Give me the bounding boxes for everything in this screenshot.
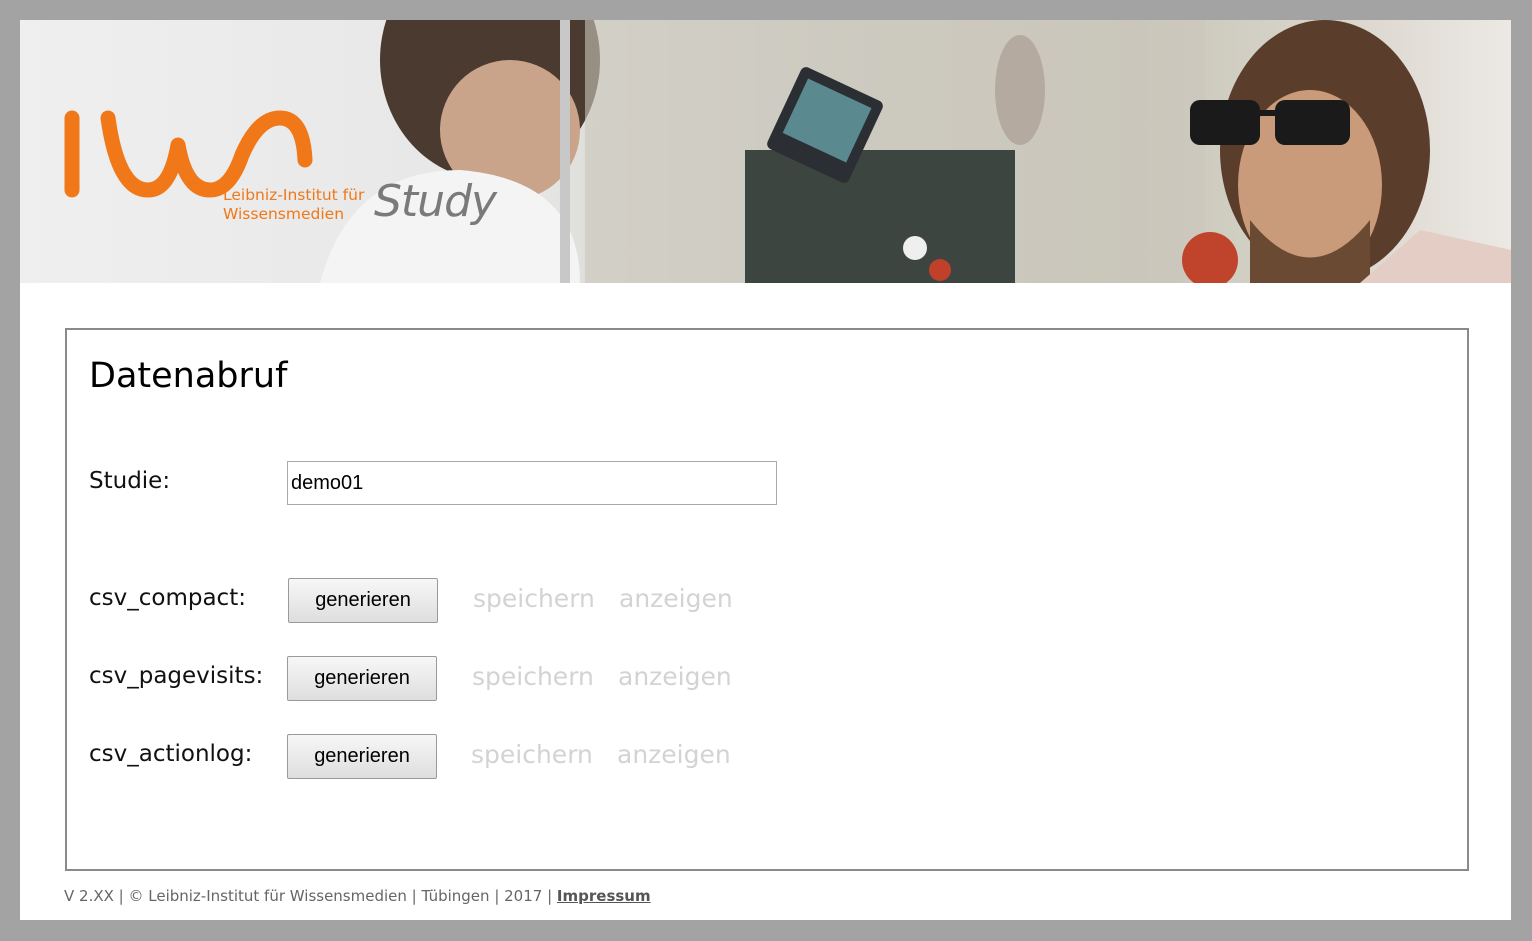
iwm-logo [64,110,313,198]
page-title: Datenabruf [89,356,288,396]
save-link-csv-compact[interactable]: speichern [473,584,595,613]
export-label-csv-pagevisits: csv_pagevisits: [89,663,264,689]
generate-button-csv-actionlog[interactable]: generieren [287,734,437,779]
study-wordmark: Study [374,176,497,227]
export-label-csv-compact: csv_compact: [89,585,246,611]
study-input[interactable] [287,461,777,505]
impressum-link[interactable]: Impressum [557,887,651,905]
generate-button-csv-compact[interactable]: generieren [288,578,438,623]
study-label: Studie: [89,468,171,494]
export-label-csv-actionlog: csv_actionlog: [89,741,253,767]
page: Leibniz-Institut für Wissensmedien Study… [20,20,1511,920]
banner-photo [64,20,1511,283]
footer-text: V 2.XX | © Leibniz-Institut für Wissensm… [64,887,553,905]
save-link-csv-pagevisits[interactable]: speichern [472,662,594,691]
show-link-csv-pagevisits[interactable]: anzeigen [618,662,732,691]
footer: V 2.XX | © Leibniz-Institut für Wissensm… [64,887,651,905]
save-link-csv-actionlog[interactable]: speichern [471,740,593,769]
data-retrieval-panel: Datenabruf Studie: csv_compact: generier… [65,328,1469,871]
header-banner: Leibniz-Institut für Wissensmedien Study [20,20,1511,283]
generate-button-csv-pagevisits[interactable]: generieren [287,656,437,701]
institute-name: Leibniz-Institut für Wissensmedien [223,186,365,223]
show-link-csv-compact[interactable]: anzeigen [619,584,733,613]
show-link-csv-actionlog[interactable]: anzeigen [617,740,731,769]
